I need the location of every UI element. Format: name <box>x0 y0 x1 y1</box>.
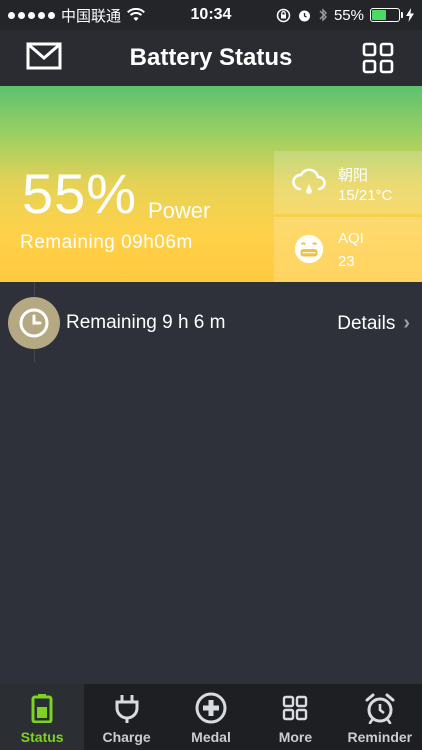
aqi-label: AQI <box>338 230 364 247</box>
plus-circle-icon <box>195 692 227 724</box>
remaining-time-row: Remaining 9 h 6 m <box>66 312 226 333</box>
remaining-time: Remaining 09h06m <box>20 232 193 253</box>
weather-card[interactable]: 朝阳 15/21°C <box>274 151 422 214</box>
clock-icon <box>19 308 49 338</box>
status-bar-right: 55% <box>276 0 414 30</box>
alarm-clock-icon <box>365 693 395 724</box>
battery-percentage: 55% <box>22 162 138 225</box>
plug-icon <box>115 695 139 723</box>
tab-more[interactable]: More <box>253 684 337 750</box>
details-label: Details <box>337 312 396 334</box>
battery-icon <box>370 8 403 22</box>
grid-icon[interactable] <box>362 42 394 74</box>
aqi-card[interactable]: AQI 23 <box>274 217 422 282</box>
tab-status[interactable]: Status <box>0 684 85 750</box>
tab-more-label: More <box>278 729 313 745</box>
tab-medal-label: Medal <box>191 729 231 745</box>
battery-level-fill <box>372 10 387 20</box>
weather-panel[interactable]: 朝阳 15/21°C AQI 23 <box>274 151 422 282</box>
tab-reminder[interactable]: Reminder <box>338 684 422 750</box>
weather-city: 朝阳 <box>338 167 369 184</box>
clock-badge <box>8 297 60 349</box>
alarm-icon <box>298 10 310 21</box>
details-link[interactable]: Details › <box>337 312 410 335</box>
page-title: Battery Status <box>129 44 293 71</box>
battery-icon <box>31 694 53 723</box>
weather-temperature: 15/21°C <box>338 187 393 204</box>
status-bar: 中国联通 10:34 55% <box>0 0 422 30</box>
rotation-lock-icon <box>276 8 291 22</box>
charging-bolt-icon <box>406 8 414 22</box>
battery-hero-panel: 55% Power Remaining 09h06m 朝阳 15/21°C AQ… <box>0 86 422 282</box>
bluetooth-icon <box>319 8 327 22</box>
tab-charge[interactable]: Charge <box>84 684 168 750</box>
battery-percent: 55% <box>333 6 364 24</box>
mask-face-icon <box>294 234 324 264</box>
tab-medal[interactable]: Medal <box>169 684 253 750</box>
tab-status-label: Status <box>20 729 64 745</box>
tab-reminder-label: Reminder <box>347 729 413 745</box>
power-label: Power <box>148 198 211 223</box>
chevron-right-icon: › <box>403 312 410 334</box>
grid-icon <box>283 695 308 721</box>
app-header: Battery Status <box>0 30 422 86</box>
tab-charge-label: Charge <box>102 729 151 745</box>
cloud-rain-icon <box>292 168 326 194</box>
aqi-value: 23 <box>338 253 355 270</box>
tab-bar: Status Charge Medal More Reminder <box>0 684 422 750</box>
